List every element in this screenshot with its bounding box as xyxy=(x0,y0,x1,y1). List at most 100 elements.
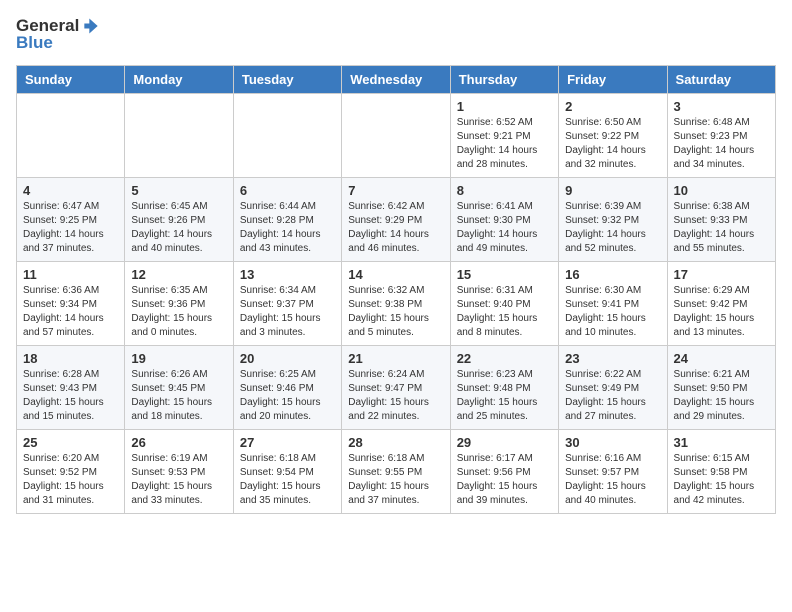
calendar-cell xyxy=(342,93,450,177)
day-info: Sunrise: 6:23 AM Sunset: 9:48 PM Dayligh… xyxy=(457,368,552,424)
day-number: 11 xyxy=(23,267,118,282)
calendar-cell xyxy=(233,93,341,177)
day-info: Sunrise: 6:41 AM Sunset: 9:30 PM Dayligh… xyxy=(457,200,552,256)
day-number: 7 xyxy=(348,183,443,198)
day-info: Sunrise: 6:39 AM Sunset: 9:32 PM Dayligh… xyxy=(565,200,660,256)
calendar-cell: 25 Sunrise: 6:20 AM Sunset: 9:52 PM Dayli… xyxy=(17,429,125,513)
calendar-cell: 9 Sunrise: 6:39 AM Sunset: 9:32 PM Daylig… xyxy=(559,177,667,261)
calendar-cell: 17 Sunrise: 6:29 AM Sunset: 9:42 PM Dayli… xyxy=(667,261,775,345)
logo-blue-text: Blue xyxy=(16,34,53,53)
day-info: Sunrise: 6:42 AM Sunset: 9:29 PM Dayligh… xyxy=(348,200,443,256)
day-info: Sunrise: 6:15 AM Sunset: 9:58 PM Dayligh… xyxy=(674,452,769,508)
day-number: 24 xyxy=(674,351,769,366)
calendar-cell: 4 Sunrise: 6:47 AM Sunset: 9:25 PM Daylig… xyxy=(17,177,125,261)
day-number: 25 xyxy=(23,435,118,450)
day-info: Sunrise: 6:36 AM Sunset: 9:34 PM Dayligh… xyxy=(23,284,118,340)
day-number: 5 xyxy=(131,183,226,198)
day-number: 16 xyxy=(565,267,660,282)
day-number: 23 xyxy=(565,351,660,366)
day-info: Sunrise: 6:18 AM Sunset: 9:55 PM Dayligh… xyxy=(348,452,443,508)
day-of-week-header: Friday xyxy=(559,65,667,93)
calendar-cell: 5 Sunrise: 6:45 AM Sunset: 9:26 PM Daylig… xyxy=(125,177,233,261)
day-info: Sunrise: 6:17 AM Sunset: 9:56 PM Dayligh… xyxy=(457,452,552,508)
calendar-cell: 23Sunrise: 6:22 AM Sunset: 9:49 PM Dayli… xyxy=(559,345,667,429)
calendar-cell: 7 Sunrise: 6:42 AM Sunset: 9:29 PM Daylig… xyxy=(342,177,450,261)
day-number: 13 xyxy=(240,267,335,282)
day-of-week-header: Thursday xyxy=(450,65,558,93)
day-info: Sunrise: 6:52 AM Sunset: 9:21 PM Dayligh… xyxy=(457,116,552,172)
day-info: Sunrise: 6:24 AM Sunset: 9:47 PM Dayligh… xyxy=(348,368,443,424)
day-number: 1 xyxy=(457,99,552,114)
day-info: Sunrise: 6:20 AM Sunset: 9:52 PM Dayligh… xyxy=(23,452,118,508)
calendar-cell: 30 Sunrise: 6:16 AM Sunset: 9:57 PM Dayli… xyxy=(559,429,667,513)
calendar-cell: 14 Sunrise: 6:32 AM Sunset: 9:38 PM Dayli… xyxy=(342,261,450,345)
day-info: Sunrise: 6:19 AM Sunset: 9:53 PM Dayligh… xyxy=(131,452,226,508)
day-number: 15 xyxy=(457,267,552,282)
day-info: Sunrise: 6:31 AM Sunset: 9:40 PM Dayligh… xyxy=(457,284,552,340)
calendar-cell: 12Sunrise: 6:35 AM Sunset: 9:36 PM Dayli… xyxy=(125,261,233,345)
day-number: 4 xyxy=(23,183,118,198)
day-number: 30 xyxy=(565,435,660,450)
day-info: Sunrise: 6:28 AM Sunset: 9:43 PM Dayligh… xyxy=(23,368,118,424)
day-number: 14 xyxy=(348,267,443,282)
calendar-cell: 27 Sunrise: 6:18 AM Sunset: 9:54 PM Dayli… xyxy=(233,429,341,513)
day-info: Sunrise: 6:29 AM Sunset: 9:42 PM Dayligh… xyxy=(674,284,769,340)
day-number: 29 xyxy=(457,435,552,450)
day-number: 8 xyxy=(457,183,552,198)
day-number: 20 xyxy=(240,351,335,366)
day-info: Sunrise: 6:18 AM Sunset: 9:54 PM Dayligh… xyxy=(240,452,335,508)
calendar-cell: 6 Sunrise: 6:44 AM Sunset: 9:28 PM Daylig… xyxy=(233,177,341,261)
day-number: 21 xyxy=(348,351,443,366)
day-of-week-header: Tuesday xyxy=(233,65,341,93)
calendar-cell: 24 Sunrise: 6:21 AM Sunset: 9:50 PM Dayli… xyxy=(667,345,775,429)
day-number: 22 xyxy=(457,351,552,366)
day-info: Sunrise: 6:16 AM Sunset: 9:57 PM Dayligh… xyxy=(565,452,660,508)
day-number: 3 xyxy=(674,99,769,114)
day-of-week-header: Wednesday xyxy=(342,65,450,93)
day-number: 18 xyxy=(23,351,118,366)
calendar-cell: 28 Sunrise: 6:18 AM Sunset: 9:55 PM Dayli… xyxy=(342,429,450,513)
logo-arrow-icon xyxy=(81,16,101,36)
calendar-cell xyxy=(125,93,233,177)
calendar-cell: 3 Sunrise: 6:48 AM Sunset: 9:23 PM Daylig… xyxy=(667,93,775,177)
day-info: Sunrise: 6:47 AM Sunset: 9:25 PM Dayligh… xyxy=(23,200,118,256)
day-info: Sunrise: 6:25 AM Sunset: 9:46 PM Dayligh… xyxy=(240,368,335,424)
calendar-cell: 8 Sunrise: 6:41 AM Sunset: 9:30 PM Daylig… xyxy=(450,177,558,261)
day-info: Sunrise: 6:21 AM Sunset: 9:50 PM Dayligh… xyxy=(674,368,769,424)
day-number: 27 xyxy=(240,435,335,450)
calendar-cell: 13 Sunrise: 6:34 AM Sunset: 9:37 PM Dayli… xyxy=(233,261,341,345)
day-info: Sunrise: 6:45 AM Sunset: 9:26 PM Dayligh… xyxy=(131,200,226,256)
calendar-week-row: 4 Sunrise: 6:47 AM Sunset: 9:25 PM Daylig… xyxy=(17,177,776,261)
day-info: Sunrise: 6:38 AM Sunset: 9:33 PM Dayligh… xyxy=(674,200,769,256)
day-number: 9 xyxy=(565,183,660,198)
calendar-table: SundayMondayTuesdayWednesdayThursdayFrid… xyxy=(16,65,776,514)
calendar-cell: 2Sunrise: 6:50 AM Sunset: 9:22 PM Daylig… xyxy=(559,93,667,177)
day-info: Sunrise: 6:50 AM Sunset: 9:22 PM Dayligh… xyxy=(565,116,660,172)
calendar-cell: 11 Sunrise: 6:36 AM Sunset: 9:34 PM Dayli… xyxy=(17,261,125,345)
day-number: 12 xyxy=(131,267,226,282)
day-number: 19 xyxy=(131,351,226,366)
calendar-cell xyxy=(17,93,125,177)
day-info: Sunrise: 6:32 AM Sunset: 9:38 PM Dayligh… xyxy=(348,284,443,340)
day-info: Sunrise: 6:34 AM Sunset: 9:37 PM Dayligh… xyxy=(240,284,335,340)
day-info: Sunrise: 6:30 AM Sunset: 9:41 PM Dayligh… xyxy=(565,284,660,340)
day-info: Sunrise: 6:44 AM Sunset: 9:28 PM Dayligh… xyxy=(240,200,335,256)
calendar-cell: 26 Sunrise: 6:19 AM Sunset: 9:53 PM Dayli… xyxy=(125,429,233,513)
calendar-cell: 19Sunrise: 6:26 AM Sunset: 9:45 PM Dayli… xyxy=(125,345,233,429)
day-number: 6 xyxy=(240,183,335,198)
calendar-week-row: 1 Sunrise: 6:52 AM Sunset: 9:21 PM Daylig… xyxy=(17,93,776,177)
calendar-week-row: 11 Sunrise: 6:36 AM Sunset: 9:34 PM Dayli… xyxy=(17,261,776,345)
calendar-cell: 15 Sunrise: 6:31 AM Sunset: 9:40 PM Dayli… xyxy=(450,261,558,345)
calendar-cell: 22 Sunrise: 6:23 AM Sunset: 9:48 PM Dayli… xyxy=(450,345,558,429)
calendar-header-row: SundayMondayTuesdayWednesdayThursdayFrid… xyxy=(17,65,776,93)
day-of-week-header: Monday xyxy=(125,65,233,93)
day-number: 26 xyxy=(131,435,226,450)
day-number: 17 xyxy=(674,267,769,282)
calendar-cell: 21 Sunrise: 6:24 AM Sunset: 9:47 PM Dayli… xyxy=(342,345,450,429)
day-of-week-header: Saturday xyxy=(667,65,775,93)
day-number: 28 xyxy=(348,435,443,450)
calendar-cell: 10 Sunrise: 6:38 AM Sunset: 9:33 PM Dayli… xyxy=(667,177,775,261)
day-number: 10 xyxy=(674,183,769,198)
calendar-cell: 16 Sunrise: 6:30 AM Sunset: 9:41 PM Dayli… xyxy=(559,261,667,345)
day-info: Sunrise: 6:48 AM Sunset: 9:23 PM Dayligh… xyxy=(674,116,769,172)
